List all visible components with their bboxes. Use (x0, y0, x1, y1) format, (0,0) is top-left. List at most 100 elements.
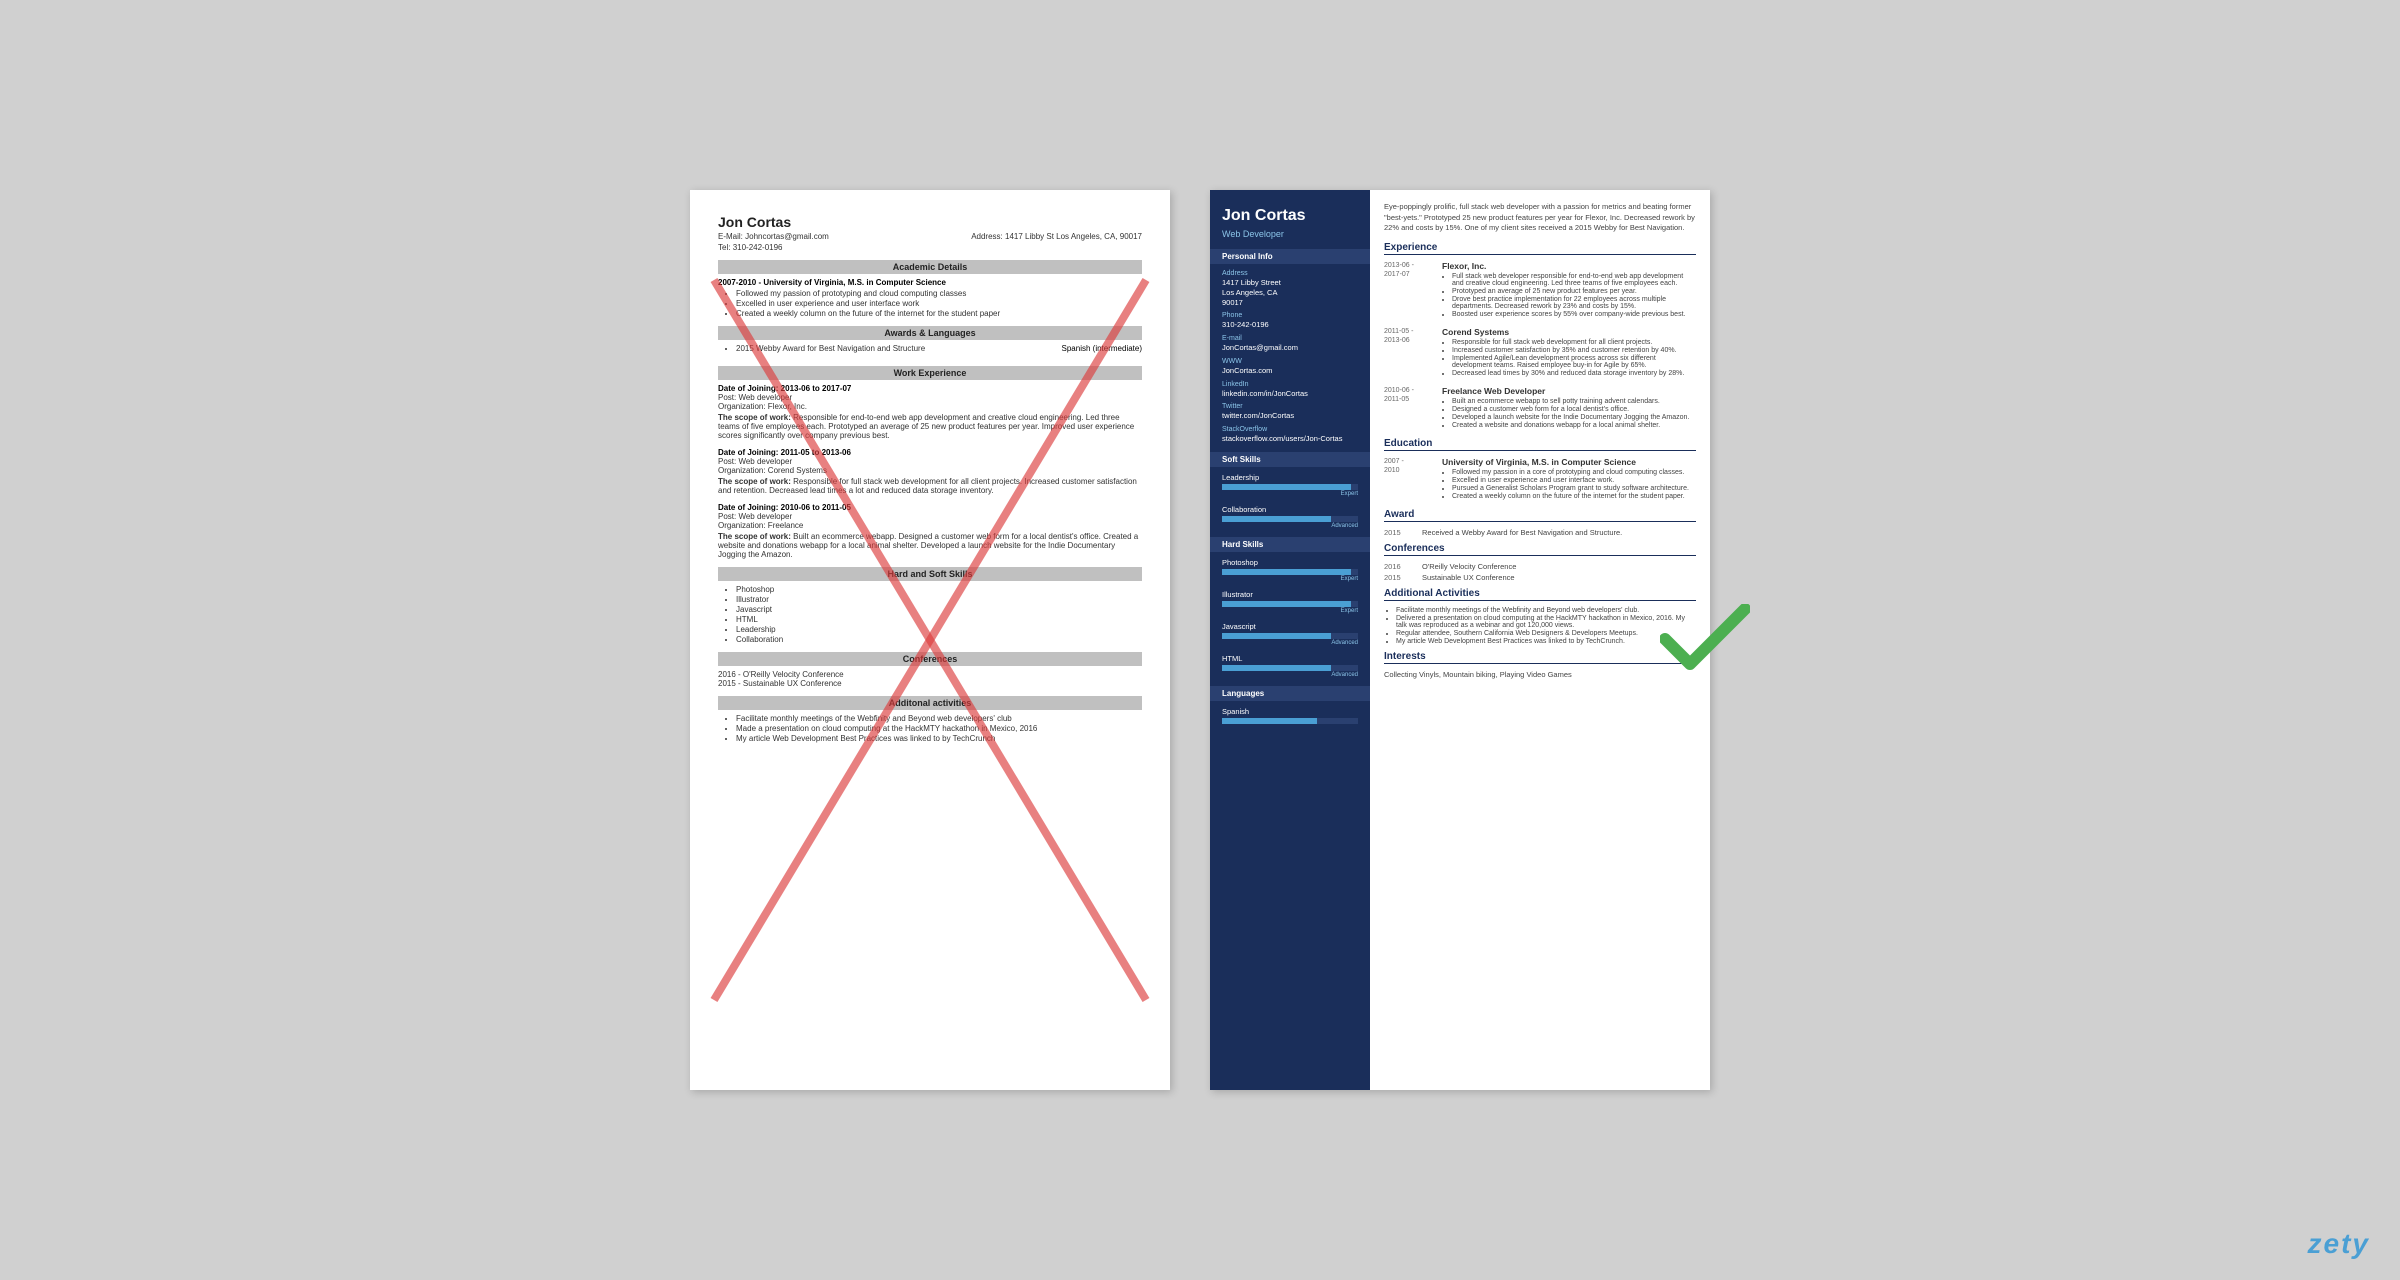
rp-entry-date: 2013-06 - 2017-07 (1384, 261, 1434, 319)
work2-date: Date of Joining: 2011-05 to 2013-06 (718, 448, 1142, 457)
skill-bar-fill (1222, 718, 1317, 724)
work-entry-3: Date of Joining: 2010-06 to 2011-05 Post… (718, 503, 1142, 559)
activity-bullet: Regular attendee, Southern California We… (1396, 630, 1696, 637)
rp-bullet: Excelled in user experience and user int… (1452, 477, 1696, 484)
skill-level-label: Expert (1222, 491, 1358, 497)
rp-bullet: Created a website and donations webapp f… (1452, 422, 1696, 429)
work-entry-1: Date of Joining: 2013-06 to 2017-07 Post… (718, 384, 1142, 440)
twitter-label: Twitter (1222, 403, 1358, 410)
rp-bullet: Implemented Agile/Lean development proce… (1452, 355, 1696, 369)
academic-section-header: Academic Details (718, 260, 1142, 274)
work3-scope: The scope of work: Built an ecommerce we… (718, 532, 1142, 559)
twitter-value: twitter.com/JonCortas (1222, 411, 1358, 421)
skill-bar-bg (1222, 484, 1358, 490)
rp-bullet: Followed my passion in a core of prototy… (1452, 469, 1696, 476)
skill-bar: Leadership Expert (1222, 473, 1358, 497)
skill-level-label: Expert (1222, 576, 1358, 582)
right-name: Jon Cortas (1222, 206, 1358, 225)
linkedin-value: linkedin.com/in/JonCortas (1222, 389, 1358, 399)
skill-bar-bg (1222, 601, 1358, 607)
hard-skills-bars: Photoshop Expert Illustrator Expert Java… (1222, 558, 1358, 678)
skill-bar-fill (1222, 633, 1331, 639)
work2-scope: The scope of work: Responsible for full … (718, 477, 1142, 495)
awards-lang: Spanish (intermediate) (1062, 344, 1142, 358)
activity-bullet: Delivered a presentation on cloud comput… (1396, 615, 1696, 629)
award-year: 2015 (1384, 528, 1414, 537)
www-value: JonCortas.com (1222, 366, 1358, 376)
rp-entry-bullets: Full stack web developer responsible for… (1452, 273, 1696, 318)
email-label-r: E-mail (1222, 335, 1358, 342)
rp-entry-org: Flexor, Inc. (1442, 261, 1696, 271)
work-section-header: Work Experience (718, 366, 1142, 380)
skill-bar: Spanish (1222, 707, 1358, 724)
activities-bullets: Facilitate monthly meetings of the Webfi… (736, 714, 1142, 743)
awards-section-header: Awards & Languages (718, 326, 1142, 340)
conf-entry: 2016 O'Reilly Velocity Conference (1384, 562, 1696, 571)
conf-year: 2016 (1384, 562, 1414, 571)
skill-bar: Collaboration Advanced (1222, 505, 1358, 529)
conf-entries: 2016 O'Reilly Velocity Conference 2015 S… (1384, 562, 1696, 582)
activities-section-header: Additonal activities (718, 696, 1142, 710)
rp-bullet: Boosted user experience scores by 55% ov… (1452, 311, 1696, 318)
skill-level-label: Advanced (1222, 640, 1358, 646)
left-email: E-Mail: Johncortas@gmail.com (718, 232, 829, 241)
lang-bars: Spanish (1222, 707, 1358, 724)
rp-bullet: Full stack web developer responsible for… (1452, 273, 1696, 287)
resume-right-panel: Eye-poppingly prolific, full stack web d… (1370, 190, 1710, 1090)
skill-bar-fill (1222, 601, 1351, 607)
skill-name: Collaboration (1222, 505, 1358, 514)
conferences-title: Conferences (1384, 543, 1696, 556)
rp-entry-org: University of Virginia, M.S. in Computer… (1442, 457, 1696, 467)
rp-bullet: Prototyped an average of 25 new product … (1452, 288, 1696, 295)
academic-bullets: Followed my passion of prototyping and c… (736, 289, 1142, 318)
linkedin-label: LinkedIn (1222, 381, 1358, 388)
conf-year: 2015 (1384, 573, 1414, 582)
left-name: Jon Cortas (718, 214, 1142, 230)
skill-name: Spanish (1222, 707, 1358, 716)
soft-skills-title: Soft Skills (1210, 452, 1370, 467)
work3-org: Organization: Freelance (718, 521, 1142, 530)
skill-bar-bg (1222, 633, 1358, 639)
activity-bullet: Facilitate monthly meetings of the Webfi… (1396, 607, 1696, 614)
skill-bar: Javascript Advanced (1222, 622, 1358, 646)
www-label: WWW (1222, 358, 1358, 365)
address-label: Address (1222, 270, 1358, 277)
work-entry-2: Date of Joining: 2011-05 to 2013-06 Post… (718, 448, 1142, 495)
work2-post: Post: Web developer (718, 457, 1142, 466)
rp-entry-content: Corend SystemsResponsible for full stack… (1442, 327, 1696, 378)
awards-row: 2015 Webby Award for Best Navigation and… (718, 344, 1142, 358)
academic-bullet-3: Created a weekly column on the future of… (736, 309, 1142, 318)
rp-bullet: Created a weekly column on the future of… (1452, 493, 1696, 500)
experience-title: Experience (1384, 242, 1696, 255)
rp-entry: 2007 - 2010University of Virginia, M.S. … (1384, 457, 1696, 501)
conf-1: 2016 - O'Reilly Velocity Conference (718, 670, 1142, 679)
rp-entry-org: Freelance Web Developer (1442, 386, 1696, 396)
rp-entry: 2010-06 - 2011-05Freelance Web Developer… (1384, 386, 1696, 430)
activity-bullet: My article Web Development Best Practice… (1396, 638, 1696, 645)
rp-entry-bullets: Responsible for full stack web developme… (1452, 339, 1696, 377)
phone-value: 310-242-0196 (1222, 320, 1358, 330)
activities-title: Additional Activities (1384, 588, 1696, 601)
award-text: Received a Webby Award for Best Navigati… (1422, 528, 1622, 537)
stackoverflow-value: stackoverflow.com/users/Jon-Cortas (1222, 434, 1358, 444)
work1-org: Organization: Flexor, Inc. (718, 402, 1142, 411)
work3-post: Post: Web developer (718, 512, 1142, 521)
left-address: Address: 1417 Libby St Los Angeles, CA, … (971, 232, 1142, 241)
rp-bullet: Drove best practice implementation for 2… (1452, 296, 1696, 310)
skill-bar-bg (1222, 718, 1358, 724)
rp-bullet: Responsible for full stack web developme… (1452, 339, 1696, 346)
skill-bar-bg (1222, 516, 1358, 522)
academic-bullet-2: Excelled in user experience and user int… (736, 299, 1142, 308)
skill-name: Photoshop (1222, 558, 1358, 567)
conf-entry: 2015 Sustainable UX Conference (1384, 573, 1696, 582)
activities-list: Facilitate monthly meetings of the Webfi… (1396, 607, 1696, 645)
skill-name: Javascript (1222, 622, 1358, 631)
conf-name: Sustainable UX Conference (1422, 573, 1515, 582)
rp-bullet: Developed a launch website for the Indie… (1452, 414, 1696, 421)
rp-entry-content: Flexor, Inc. Full stack web developer res… (1442, 261, 1696, 319)
skill-level-label: Advanced (1222, 523, 1358, 529)
award-bullet-1: 2015 Webby Award for Best Navigation and… (736, 344, 925, 353)
email-label: E-Mail: (718, 232, 743, 241)
education-entries: 2007 - 2010University of Virginia, M.S. … (1384, 457, 1696, 501)
skill-name: Illustrator (1222, 590, 1358, 599)
